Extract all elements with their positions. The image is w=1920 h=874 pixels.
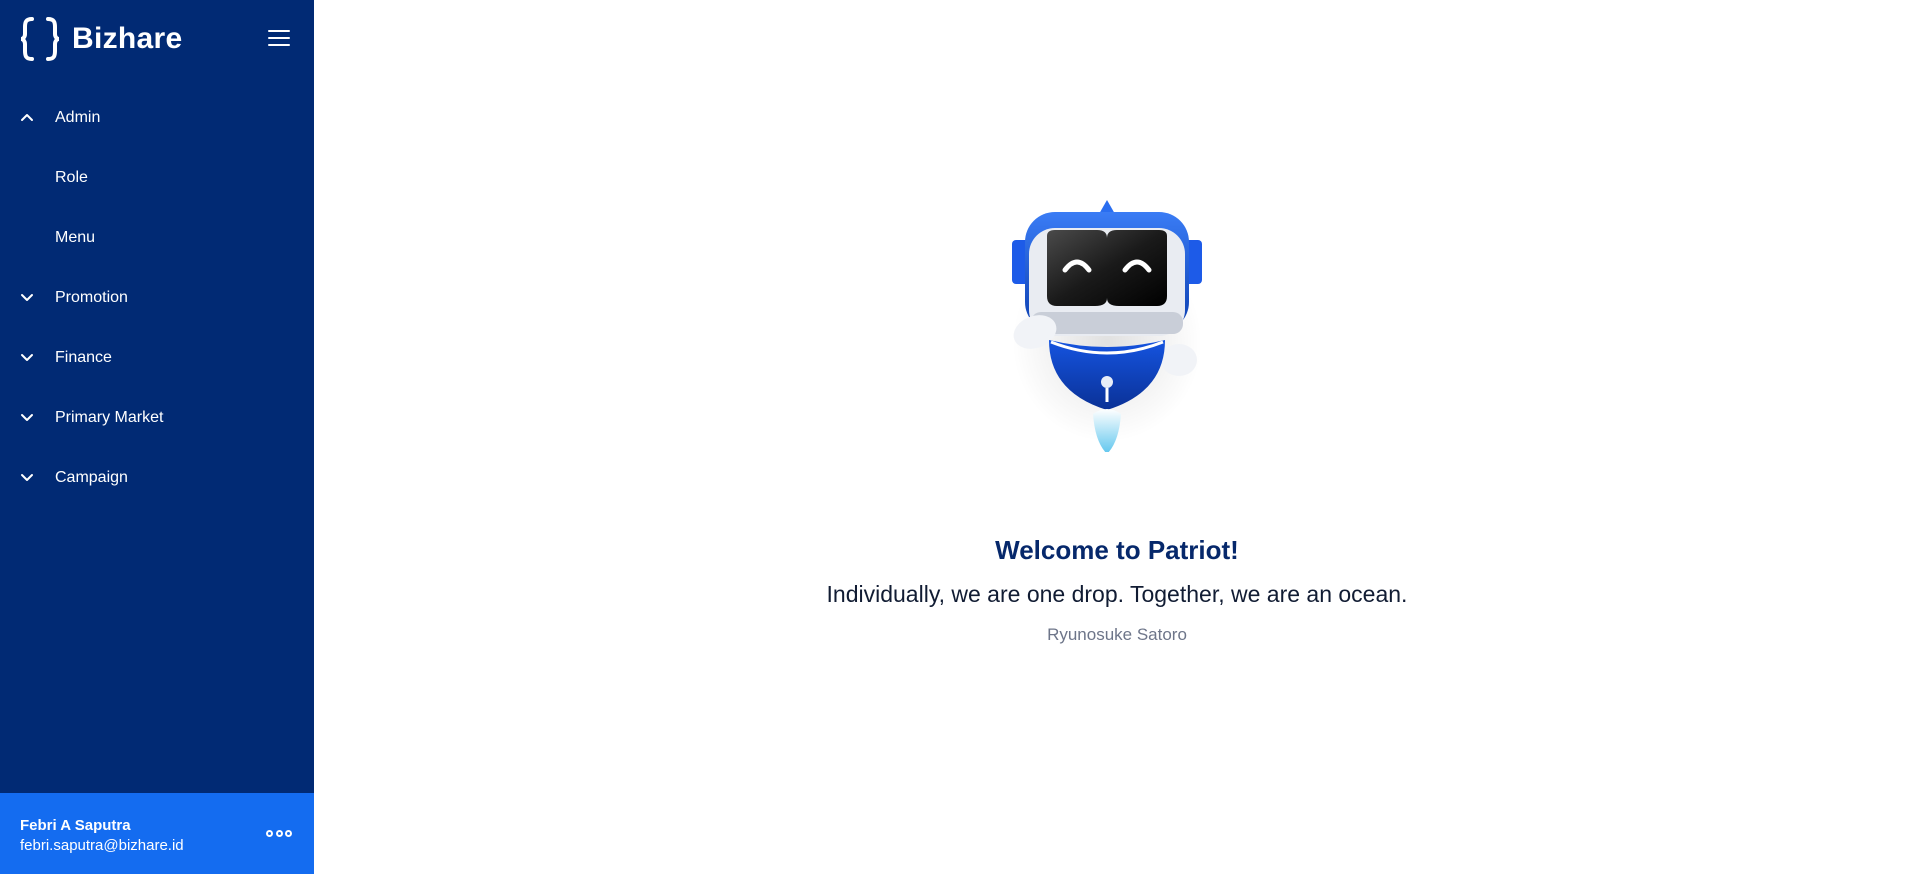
sidebar-item-primary-market[interactable]: Primary Market [0,388,314,448]
welcome-heading: Welcome to Patriot! [995,535,1239,565]
chevron-up-icon [21,114,33,121]
chevron-down-icon [21,414,33,421]
sidebar-item-label: Campaign [55,469,128,486]
sidebar-item-role[interactable]: Role [0,148,314,208]
brand-name: Bizhare [72,22,183,55]
chevron-down-icon [21,294,33,301]
brand[interactable]: Bizhare [20,16,300,62]
chevron-down-icon [21,474,33,481]
user-name: Febri A Saputra [20,817,131,834]
sidebar: Bizhare Admin Role Menu Promotion Financ… [0,0,314,874]
sidebar-item-label: Primary Market [55,409,164,426]
sidebar-item-label: Admin [55,109,101,126]
sidebar-item-admin[interactable]: Admin [0,88,314,148]
sidebar-item-menu[interactable]: Menu [0,208,314,268]
sidebar-item-label: Finance [55,349,112,366]
sidebar-item-label: Promotion [55,289,128,306]
sidebar-item-finance[interactable]: Finance [0,328,314,388]
hamburger-icon[interactable] [268,30,290,48]
sidebar-nav: Admin Role Menu Promotion Finance Primar… [0,88,314,508]
main-content: Welcome to Patriot! Individually, we are… [314,0,1920,874]
user-panel: Febri A Saputra febri.saputra@bizhare.id [0,793,314,874]
quote-author: Ryunosuke Satoro [1047,625,1187,644]
sidebar-item-label: Role [55,169,88,186]
quote-text: Individually, we are one drop. Together,… [826,581,1408,607]
braces-logo-icon [20,17,60,61]
sidebar-item-promotion[interactable]: Promotion [0,268,314,328]
chevron-down-icon [21,354,33,361]
sidebar-item-campaign[interactable]: Campaign [0,448,314,508]
user-email: febri.saputra@bizhare.id [20,837,184,854]
sidebar-item-label: Menu [55,229,96,246]
more-options-icon[interactable] [266,823,292,843]
robot-mascot-icon [1012,200,1202,452]
app: Bizhare Admin Role Menu Promotion Financ… [0,0,1920,874]
